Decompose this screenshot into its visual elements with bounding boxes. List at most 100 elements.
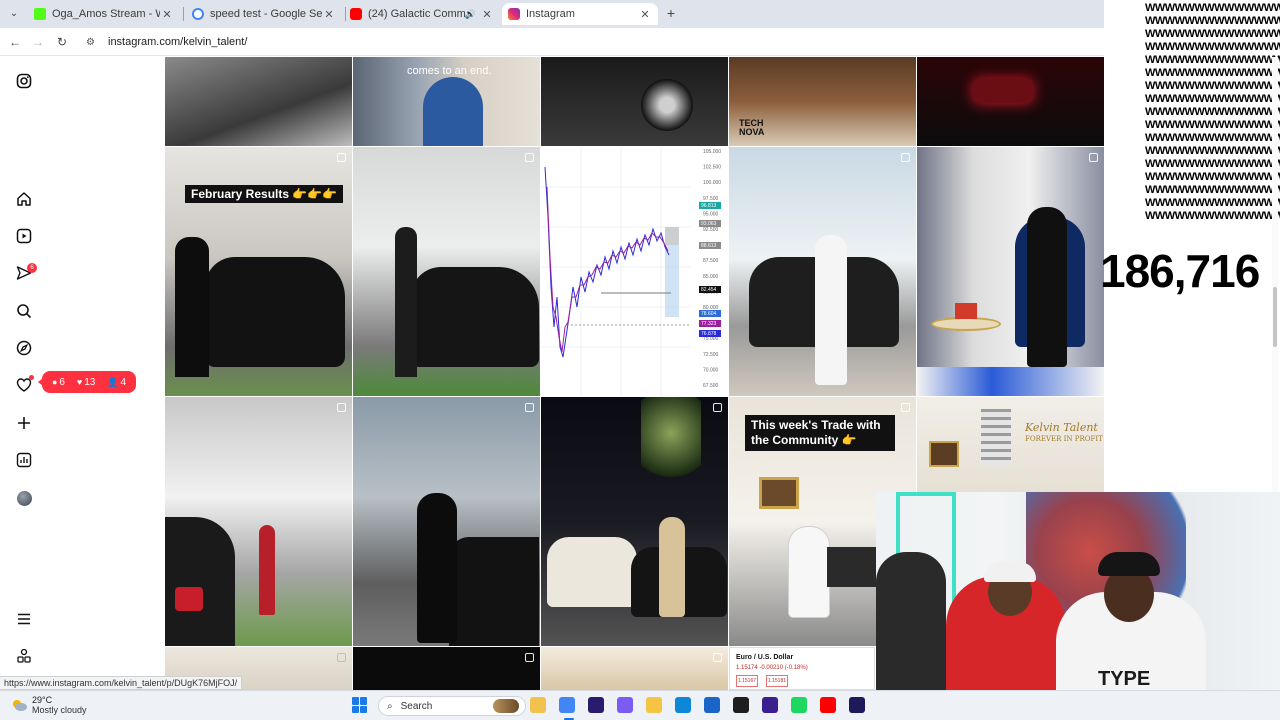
chat-spam-row: WWWWWWWWWWWWWWWWW xyxy=(1145,54,1280,66)
chat-spam-row: WWWWWWWWWWWWWWWWW xyxy=(1145,93,1280,105)
back-arrow-icon[interactable]: ← xyxy=(7,34,23,50)
new-tab-button[interactable]: + xyxy=(664,6,678,20)
post-tile-car-interior[interactable] xyxy=(165,57,352,146)
kick-favicon-icon xyxy=(34,8,46,20)
post-tile-eurusd[interactable]: Euro / U.S. Dollar 1.15174 -0.00210 (-0.… xyxy=(729,647,875,690)
tech-nova-logo: TECH NOVA xyxy=(739,118,765,137)
tab-oga-amos-stream[interactable]: Oga_Amos Stream - Watch Live ✕ xyxy=(28,3,180,25)
buy-button[interactable]: 1.15181 xyxy=(766,675,788,687)
post-tile-man-in-blue[interactable]: comes to an end. xyxy=(353,57,540,146)
alien-icon[interactable] xyxy=(733,697,749,713)
palm-tree-shape xyxy=(641,397,701,487)
forward-arrow-icon[interactable]: → xyxy=(30,34,46,50)
brand-text: Kelvin Talent xyxy=(1025,421,1098,434)
search-icon[interactable] xyxy=(16,303,32,319)
sell-button[interactable]: 1.15167 xyxy=(736,675,758,687)
tab-instagram[interactable]: Instagram ✕ xyxy=(502,3,658,25)
post-tile-man-black-suit-building[interactable] xyxy=(353,397,540,646)
post-tile-row4-2[interactable] xyxy=(353,647,540,690)
premiere-3-icon[interactable] xyxy=(849,697,865,713)
webcam-overlay: TYPE xyxy=(876,492,1280,720)
post-tile-red-car[interactable] xyxy=(917,57,1104,146)
youtube-favicon-icon xyxy=(350,8,362,20)
figure-shape xyxy=(259,525,275,615)
post-tile-tech-nova[interactable]: TECH NOVA xyxy=(729,57,916,146)
chat-spam-row: WWWWWWWWWWWWWWWWW xyxy=(1145,28,1280,40)
post-tile-man-white-outfit[interactable] xyxy=(729,147,916,396)
taillight-shape xyxy=(175,587,203,611)
tab-separator xyxy=(183,7,184,21)
speaker-icon[interactable]: 🔊 xyxy=(465,9,476,20)
chat-spam-row: WWWWWWWWWWWWWWWWW xyxy=(1145,132,1280,144)
windows-start-icon[interactable] xyxy=(352,697,368,713)
scrollbar-thumb[interactable] xyxy=(1273,287,1277,347)
post-tile-trading-chart[interactable]: 105.000102.500100.00097.50095.00092.5009… xyxy=(541,147,728,396)
profile-avatar[interactable] xyxy=(17,491,32,506)
tab-close-icon[interactable]: ✕ xyxy=(322,8,336,21)
weather-widget[interactable]: 29°C Mostly cloudy xyxy=(10,695,87,715)
post-tile-man-blue-chair[interactable] xyxy=(917,147,1104,396)
edge-icon[interactable] xyxy=(675,697,691,713)
post-tile-mercedes-white-shirt[interactable] xyxy=(353,147,540,396)
figure-shape xyxy=(1027,207,1067,367)
wheel-shape xyxy=(641,79,693,131)
price-tag-label: 82.454 xyxy=(701,287,717,293)
heart-icon: ♥ xyxy=(76,376,83,387)
file-explorer-icon[interactable] xyxy=(530,697,546,713)
carousel-icon xyxy=(525,153,534,162)
chat-spam-row: WWWWWWWWWWWWWWWWW xyxy=(1145,119,1280,131)
tab-speed-test[interactable]: speed test - Google Search ✕ xyxy=(186,3,342,25)
chat-spam-row: WWWWWWWWWWWWWWWWW xyxy=(1145,210,1280,222)
chat-spam-row: WWWWWWWWWWWWWWWWW xyxy=(1145,184,1280,196)
tab-search-icon[interactable]: ⌄ xyxy=(6,6,22,22)
eurusd-quote: 1.15174 -0.00210 (-0.18%) xyxy=(736,665,808,671)
search-highlight-image xyxy=(493,699,519,713)
messages-badge: 6 xyxy=(27,263,37,273)
price-tick-label: 97.500 xyxy=(703,196,719,202)
tab-close-icon[interactable]: ✕ xyxy=(638,8,652,21)
viewer-counter: 186,716 xyxy=(1100,245,1260,297)
more-menu-icon[interactable] xyxy=(16,611,32,627)
create-icon[interactable] xyxy=(16,415,32,431)
post-tile-night-rolls-royce[interactable] xyxy=(541,397,728,646)
side-table-shape xyxy=(931,317,1001,331)
post-tile-car-wheel[interactable] xyxy=(541,57,728,146)
post-caption: comes to an end. xyxy=(407,65,492,77)
premiere-2-icon[interactable] xyxy=(762,697,778,713)
premiere-icon[interactable] xyxy=(588,697,604,713)
url-text: instagram.com/kelvin_talent/ xyxy=(108,36,248,48)
reels-icon[interactable] xyxy=(16,228,32,244)
instagram-logo-icon[interactable] xyxy=(16,73,32,89)
post-tile-row4-3[interactable] xyxy=(541,647,728,690)
person-icon: 👤 xyxy=(107,376,119,387)
post-tile-red-suit-villa[interactable] xyxy=(165,397,352,646)
dashboard-icon[interactable] xyxy=(16,452,32,468)
store-icon[interactable] xyxy=(704,697,720,713)
post-tile-february-results[interactable]: February Results 👉👉👉 xyxy=(165,147,352,396)
price-tick-label: 72.500 xyxy=(703,352,719,358)
site-info-icon[interactable]: ⚙ xyxy=(86,37,100,48)
home-icon[interactable] xyxy=(16,191,32,207)
spotify-icon[interactable] xyxy=(791,697,807,713)
carousel-icon xyxy=(525,653,534,662)
carousel-icon xyxy=(525,403,534,412)
address-bar[interactable]: ⚙ instagram.com/kelvin_talent/ xyxy=(80,32,1130,52)
search-icon: ⌕ xyxy=(387,700,393,712)
post-tile-forever-in-profit[interactable]: Kelvin Talent FOREVER IN PROFIT xyxy=(917,397,1104,493)
price-tick-label: 75.000 xyxy=(703,336,719,342)
chrome-icon[interactable] xyxy=(559,697,575,713)
instagram-favicon-icon xyxy=(508,8,520,20)
tab-close-icon[interactable]: ✕ xyxy=(480,8,494,21)
tab-close-icon[interactable]: ✕ xyxy=(160,8,174,21)
youtube-icon[interactable] xyxy=(820,697,836,713)
copilot-icon[interactable] xyxy=(617,697,633,713)
tab-galactic-command[interactable]: (24) Galactic Command - Yo 🔊 ✕ xyxy=(344,3,500,25)
taskbar-search[interactable]: ⌕ Search xyxy=(378,696,526,716)
reload-icon[interactable]: ↻ xyxy=(54,34,70,50)
explore-icon[interactable] xyxy=(16,340,32,356)
car-shape xyxy=(411,267,539,367)
also-from-meta-icon[interactable] xyxy=(16,648,32,664)
folder-icon[interactable] xyxy=(646,697,662,713)
rug-shape xyxy=(917,367,1104,396)
activity-popup[interactable]: ● 6 ♥ 13 👤 4 xyxy=(38,371,136,393)
